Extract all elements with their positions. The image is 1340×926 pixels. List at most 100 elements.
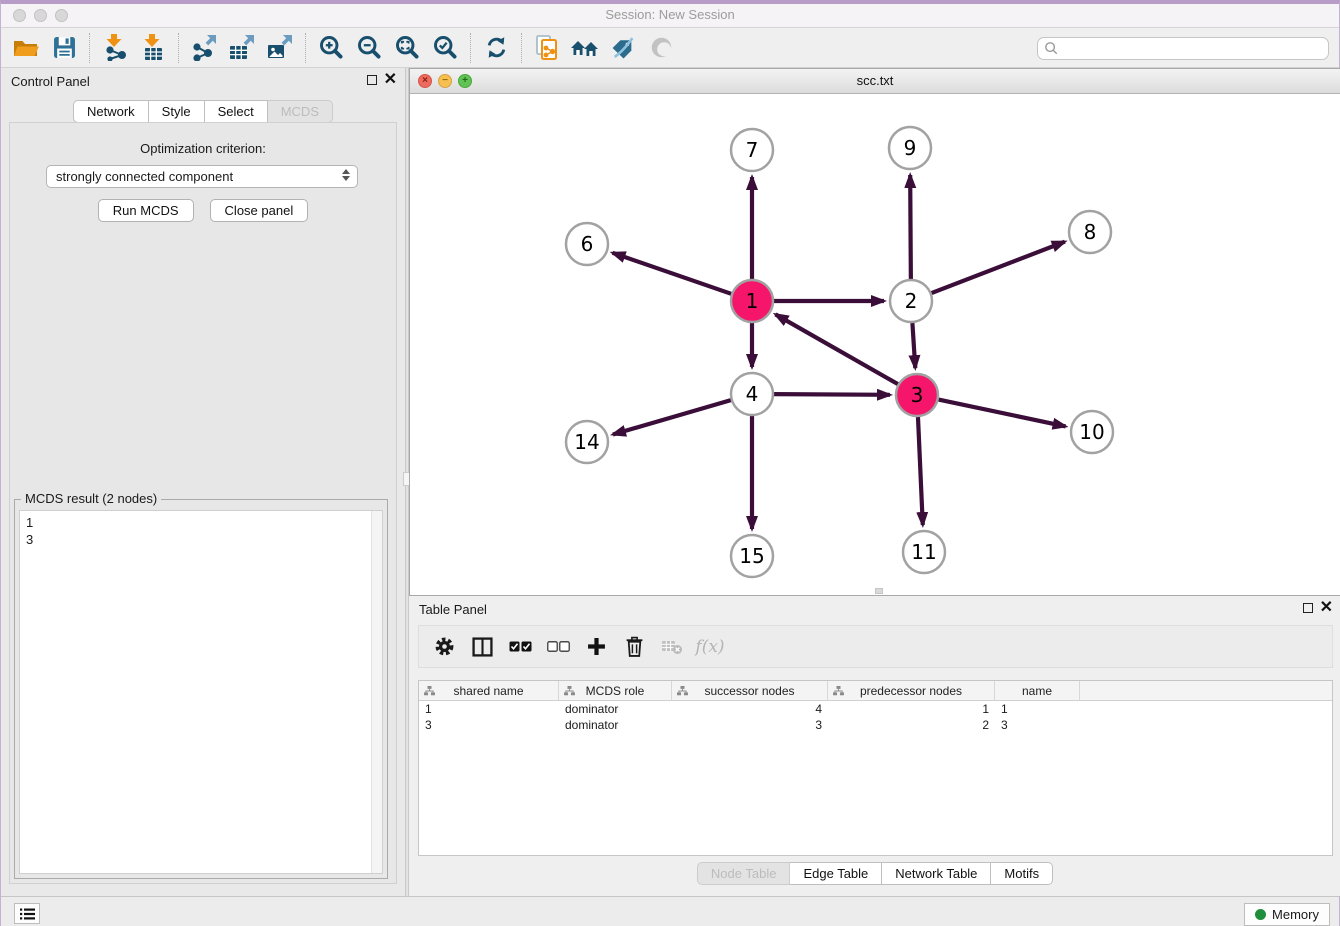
tab-network-table[interactable]: Network Table (882, 862, 991, 885)
node-14[interactable]: 14 (566, 421, 608, 463)
optimization-criterion-value: strongly connected component (56, 169, 233, 184)
toggle-birds-eye-button[interactable] (642, 31, 680, 65)
deselect-all-columns-button[interactable] (541, 630, 575, 664)
zoom-out-button[interactable] (350, 31, 388, 65)
hierarchy-icon (677, 686, 688, 696)
node-9[interactable]: 9 (889, 127, 931, 169)
edge-4-14[interactable] (613, 400, 731, 434)
node-label: 7 (746, 138, 759, 162)
unchecked-boxes-icon (547, 641, 570, 653)
close-panel-icon[interactable]: ✕ (384, 71, 397, 89)
tab-select[interactable]: Select (205, 100, 268, 123)
first-neighbors-button[interactable] (566, 31, 604, 65)
edge-1-6[interactable] (613, 253, 732, 294)
cell-name[interactable]: 3 (995, 718, 1080, 732)
table-header-row: shared name MCDS role successor nodes pr… (419, 681, 1332, 701)
edge-4-3[interactable] (774, 394, 890, 395)
refresh-button[interactable] (477, 31, 515, 65)
clone-network-button[interactable] (528, 31, 566, 65)
tab-edge-table[interactable]: Edge Table (790, 862, 882, 885)
edge-3-10[interactable] (939, 400, 1066, 427)
table-settings-button[interactable] (427, 630, 461, 664)
network-graph[interactable]: 7 9 6 8 1 2 4 3 14 10 15 11 (410, 94, 1340, 595)
float-panel-icon[interactable] (367, 75, 377, 85)
result-scrollbar[interactable] (371, 511, 382, 873)
node-6[interactable]: 6 (566, 223, 608, 265)
cell-predecessor-nodes[interactable]: 2 (828, 718, 995, 732)
network-window-titlebar[interactable]: × − + scc.txt (410, 69, 1340, 94)
import-network-button[interactable] (96, 31, 134, 65)
close-panel-icon[interactable]: ✕ (1320, 599, 1333, 617)
edge-2-8[interactable] (932, 242, 1065, 293)
hierarchy-icon (564, 686, 575, 696)
tab-motifs[interactable]: Motifs (991, 862, 1053, 885)
mcds-result-list[interactable]: 1 3 (19, 510, 383, 874)
task-history-button[interactable] (14, 903, 40, 924)
node-3[interactable]: 3 (896, 374, 938, 416)
table-toolbar: f(x) (418, 625, 1333, 668)
memory-label: Memory (1272, 907, 1319, 922)
toggle-labels-button[interactable] (604, 31, 642, 65)
tab-mcds[interactable]: MCDS (268, 100, 333, 123)
cell-mcds-role[interactable]: dominator (559, 702, 672, 716)
table-panel-tabs: Node Table Edge Table Network Table Moti… (409, 862, 1340, 885)
column-header-successor-nodes[interactable]: successor nodes (672, 681, 828, 700)
edge-2-9[interactable] (910, 175, 911, 279)
cell-mcds-role[interactable]: dominator (559, 718, 672, 732)
cell-successor-nodes[interactable]: 4 (672, 702, 828, 716)
run-mcds-button[interactable]: Run MCDS (98, 199, 194, 222)
tab-node-table[interactable]: Node Table (697, 862, 791, 885)
cell-name[interactable]: 1 (995, 702, 1080, 716)
network-canvas[interactable]: 7 9 6 8 1 2 4 3 14 10 15 11 (410, 94, 1340, 595)
export-network-button[interactable] (185, 31, 223, 65)
optimization-criterion-select[interactable]: strongly connected component (46, 165, 358, 188)
search-input[interactable] (1059, 40, 1328, 58)
cell-predecessor-nodes[interactable]: 1 (828, 702, 995, 716)
delete-column-button[interactable] (617, 630, 651, 664)
table-row[interactable]: 3 dominator 3 2 3 (419, 717, 1332, 733)
edge-3-1[interactable] (775, 314, 897, 384)
select-all-columns-button[interactable] (503, 630, 537, 664)
open-session-button[interactable] (7, 31, 45, 65)
memory-button[interactable]: Memory (1244, 903, 1330, 926)
import-table-button[interactable] (134, 31, 172, 65)
canvas-resize-grip[interactable] (875, 588, 883, 594)
edge-3-11[interactable] (918, 417, 923, 525)
tab-style[interactable]: Style (149, 100, 205, 123)
column-header-name[interactable]: name (995, 681, 1080, 700)
edge-2-3[interactable] (912, 323, 915, 368)
node-2[interactable]: 2 (890, 280, 932, 322)
save-session-button[interactable] (45, 31, 83, 65)
cell-shared-name[interactable]: 1 (419, 702, 559, 716)
zoom-in-button[interactable] (312, 31, 350, 65)
float-panel-icon[interactable] (1303, 603, 1313, 613)
cell-shared-name[interactable]: 3 (419, 718, 559, 732)
node-4[interactable]: 4 (731, 373, 773, 415)
column-header-shared-name[interactable]: shared name (419, 681, 559, 700)
cell-successor-nodes[interactable]: 3 (672, 718, 828, 732)
node-10[interactable]: 10 (1071, 411, 1113, 453)
zoom-in-icon (319, 35, 344, 60)
column-layout-button[interactable] (465, 630, 499, 664)
zoom-selected-button[interactable] (426, 31, 464, 65)
node-11[interactable]: 11 (903, 531, 945, 573)
column-header-mcds-role[interactable]: MCDS role (559, 681, 672, 700)
node-8[interactable]: 8 (1069, 211, 1111, 253)
function-builder-button[interactable]: f(x) (693, 630, 727, 664)
column-header-predecessor-nodes[interactable]: predecessor nodes (828, 681, 995, 700)
node-label: 6 (581, 232, 594, 256)
node-15[interactable]: 15 (731, 535, 773, 577)
add-column-button[interactable] (579, 630, 613, 664)
close-panel-button[interactable]: Close panel (210, 199, 309, 222)
node-1[interactable]: 1 (731, 280, 773, 322)
tab-network[interactable]: Network (73, 100, 149, 123)
zoom-fit-button[interactable] (388, 31, 426, 65)
node-7[interactable]: 7 (731, 129, 773, 171)
delete-table-button[interactable] (655, 630, 689, 664)
search-field[interactable] (1037, 37, 1329, 60)
export-table-button[interactable] (223, 31, 261, 65)
export-image-button[interactable] (261, 31, 299, 65)
table-row[interactable]: 1 dominator 4 1 1 (419, 701, 1332, 717)
toolbar-separator (470, 33, 471, 63)
node-table[interactable]: shared name MCDS role successor nodes pr… (418, 680, 1333, 856)
